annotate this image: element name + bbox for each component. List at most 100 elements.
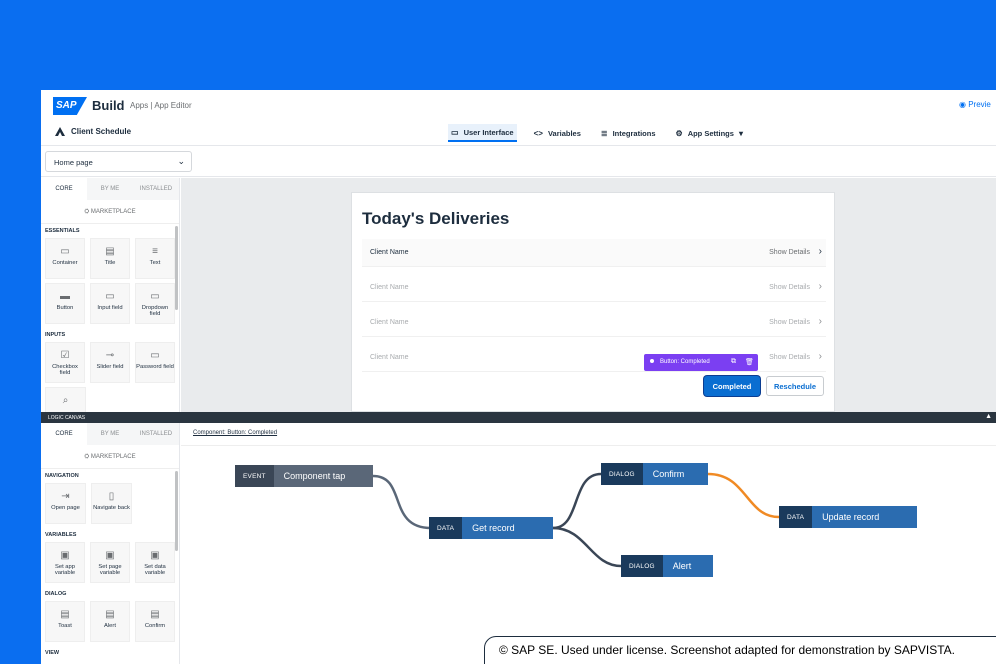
selection-dot-icon [650,359,654,364]
tab-by-me[interactable]: BY ME [87,178,133,200]
chevron-right-icon: › [818,316,822,327]
component-input-field[interactable]: ▭ Input field [90,283,130,324]
logic-set-data-variable[interactable]: ▣ Set data variable [135,542,175,583]
wire-get-to-confirm [552,472,602,530]
app-editor-window: SAP Build Apps | App Editor ◉ Previe Cli… [41,90,996,664]
component-slider-field[interactable]: ⊸ Slider field [90,342,130,383]
tab-installed[interactable]: INSTALLED [133,423,179,445]
tab-core[interactable]: CORE [41,178,87,200]
monitor-icon: ▭ [451,127,459,137]
tab-by-me[interactable]: BY ME [87,423,133,445]
code-icon: <> [533,128,543,138]
section-title: DIALOG [45,591,67,597]
slider-icon: ⊸ [105,350,115,361]
logic-canvas: Component: Button: Completed EVENT Compon… [181,423,996,664]
wire-confirm-to-update [707,472,780,519]
component-container[interactable]: ▭ Container [45,238,85,279]
trash-icon[interactable]: 🗑 [745,358,754,366]
variable-icon: ▣ [60,550,70,561]
chevron-right-icon: › [818,351,822,362]
top-header: SAP Build Apps | App Editor ◉ Previe Cli… [41,90,996,146]
container-icon: ▭ [60,246,70,257]
logic-scrollbar[interactable] [175,471,178,551]
tab-core[interactable]: CORE [41,423,87,445]
caret-down-icon: ▾ [738,128,743,138]
component-title[interactable]: ▤ Title [90,238,130,279]
component-dropdown-field[interactable]: ▭ Dropdown field [135,283,175,324]
preview-button[interactable]: ◉ Previe [959,100,991,109]
brand-name: Build [92,98,125,113]
node-get-record[interactable]: DATA Get record [429,517,553,539]
caret-up-icon[interactable]: ▲ [985,413,992,420]
page-select[interactable]: Home page ⌄ [45,151,192,172]
open-page-icon: ⇥ [61,491,70,502]
input-field-icon: ▭ [105,291,115,302]
chevron-right-icon: › [818,246,822,257]
top-navigation: ▭ User Interface <> Variables ≣ Integration… [448,124,746,142]
component-text[interactable]: ≡ Text [135,238,175,279]
copyright-notice: © SAP SE. Used under license. Screenshot… [484,636,996,664]
marketplace-link[interactable]: ⛭ MARKETPLACE [41,445,179,469]
selection-tag[interactable]: Button: Completed ⧉ 🗑 [644,354,758,371]
toast-icon: ▤ [60,609,70,620]
tab-app-settings[interactable]: ⚙ App Settings ▾ [673,124,746,142]
list-item[interactable]: Client Name Show Details › [362,309,826,337]
logic-tabs: CORE BY ME INSTALLED [41,423,179,445]
button-icon: ▬ [60,291,70,302]
confirm-icon: ▤ [150,609,160,620]
page-title[interactable]: Today's Deliveries [362,209,509,229]
node-confirm[interactable]: DIALOG Confirm [601,463,708,485]
component-checkbox-field[interactable]: ☑ Checkbox field [45,342,85,383]
component-scrollbar[interactable] [175,226,178,310]
component-search-field[interactable]: ⌕ [45,387,86,412]
component-password-field[interactable]: ▭ Password field [135,342,175,383]
node-update-record[interactable]: DATA Update record [779,506,917,528]
play-circle-icon: ◉ [959,100,969,109]
logic-set-page-variable[interactable]: ▣ Set page variable [90,542,130,583]
copy-icon[interactable]: ⧉ [731,358,736,366]
wire-event-to-get [372,474,432,530]
logic-toast[interactable]: ▤ Toast [45,601,85,642]
sap-logo: SAP [53,97,87,115]
breadcrumb[interactable]: Apps | App Editor [130,101,192,110]
page-bar: Home page ⌄ [41,147,996,177]
navigate-back-icon: ▯ [108,491,115,502]
logic-confirm[interactable]: ▤ Confirm [135,601,175,642]
tab-user-interface[interactable]: ▭ User Interface [448,124,517,142]
ui-canvas: Today's Deliveries Client Name Show Detai… [181,178,996,412]
title-icon: ▤ [105,246,115,257]
logic-alert[interactable]: ▤ Alert [90,601,130,642]
tab-installed[interactable]: INSTALLED [133,178,179,200]
section-title: VIEW [45,650,60,656]
logic-component-panel: CORE BY ME INSTALLED ⛭ MARKETPLACE NAVIG… [41,423,180,664]
page-select-value: Home page [54,158,93,167]
logic-set-app-variable[interactable]: ▣ Set app variable [45,542,85,583]
node-alert[interactable]: DIALOG Alert [621,555,713,577]
variable-icon: ▣ [105,550,115,561]
list-item[interactable]: Client Name Show Details › [362,239,826,267]
logic-canvas-label: LOGIC CANVAS [48,415,86,421]
reschedule-button[interactable]: Reschedule [766,376,824,396]
logic-canvas-bar[interactable]: LOGIC CANVAS ▲ [41,412,996,423]
app-name: Client Schedule [71,127,132,136]
page-preview-card: Today's Deliveries Client Name Show Detai… [351,192,835,412]
chevron-down-icon: ⌄ [177,156,185,166]
logic-open-page[interactable]: ⇥ Open page [45,483,86,524]
app-icon [55,127,65,136]
database-icon: ≣ [600,128,608,138]
section-title: INPUTS [45,332,66,338]
tab-variables[interactable]: <> Variables [531,124,584,142]
component-button[interactable]: ▬ Button [45,283,85,324]
logic-navigate-back[interactable]: ▯ Navigate back [91,483,132,524]
node-component-tap[interactable]: EVENT Component tap [235,465,373,487]
gear-icon: ⚙ [675,128,683,138]
component-tabs: CORE BY ME INSTALLED [41,178,179,200]
password-icon: ▭ [150,350,160,361]
completed-button[interactable]: Completed [704,376,760,396]
checkbox-icon: ☑ [60,350,70,361]
section-title: VARIABLES [45,532,77,538]
alert-icon: ▤ [105,609,115,620]
tab-integrations[interactable]: ≣ Integrations [598,124,659,142]
list-item[interactable]: Client Name Show Details › [362,274,826,302]
marketplace-link[interactable]: ⛭ MARKETPLACE [41,200,179,224]
